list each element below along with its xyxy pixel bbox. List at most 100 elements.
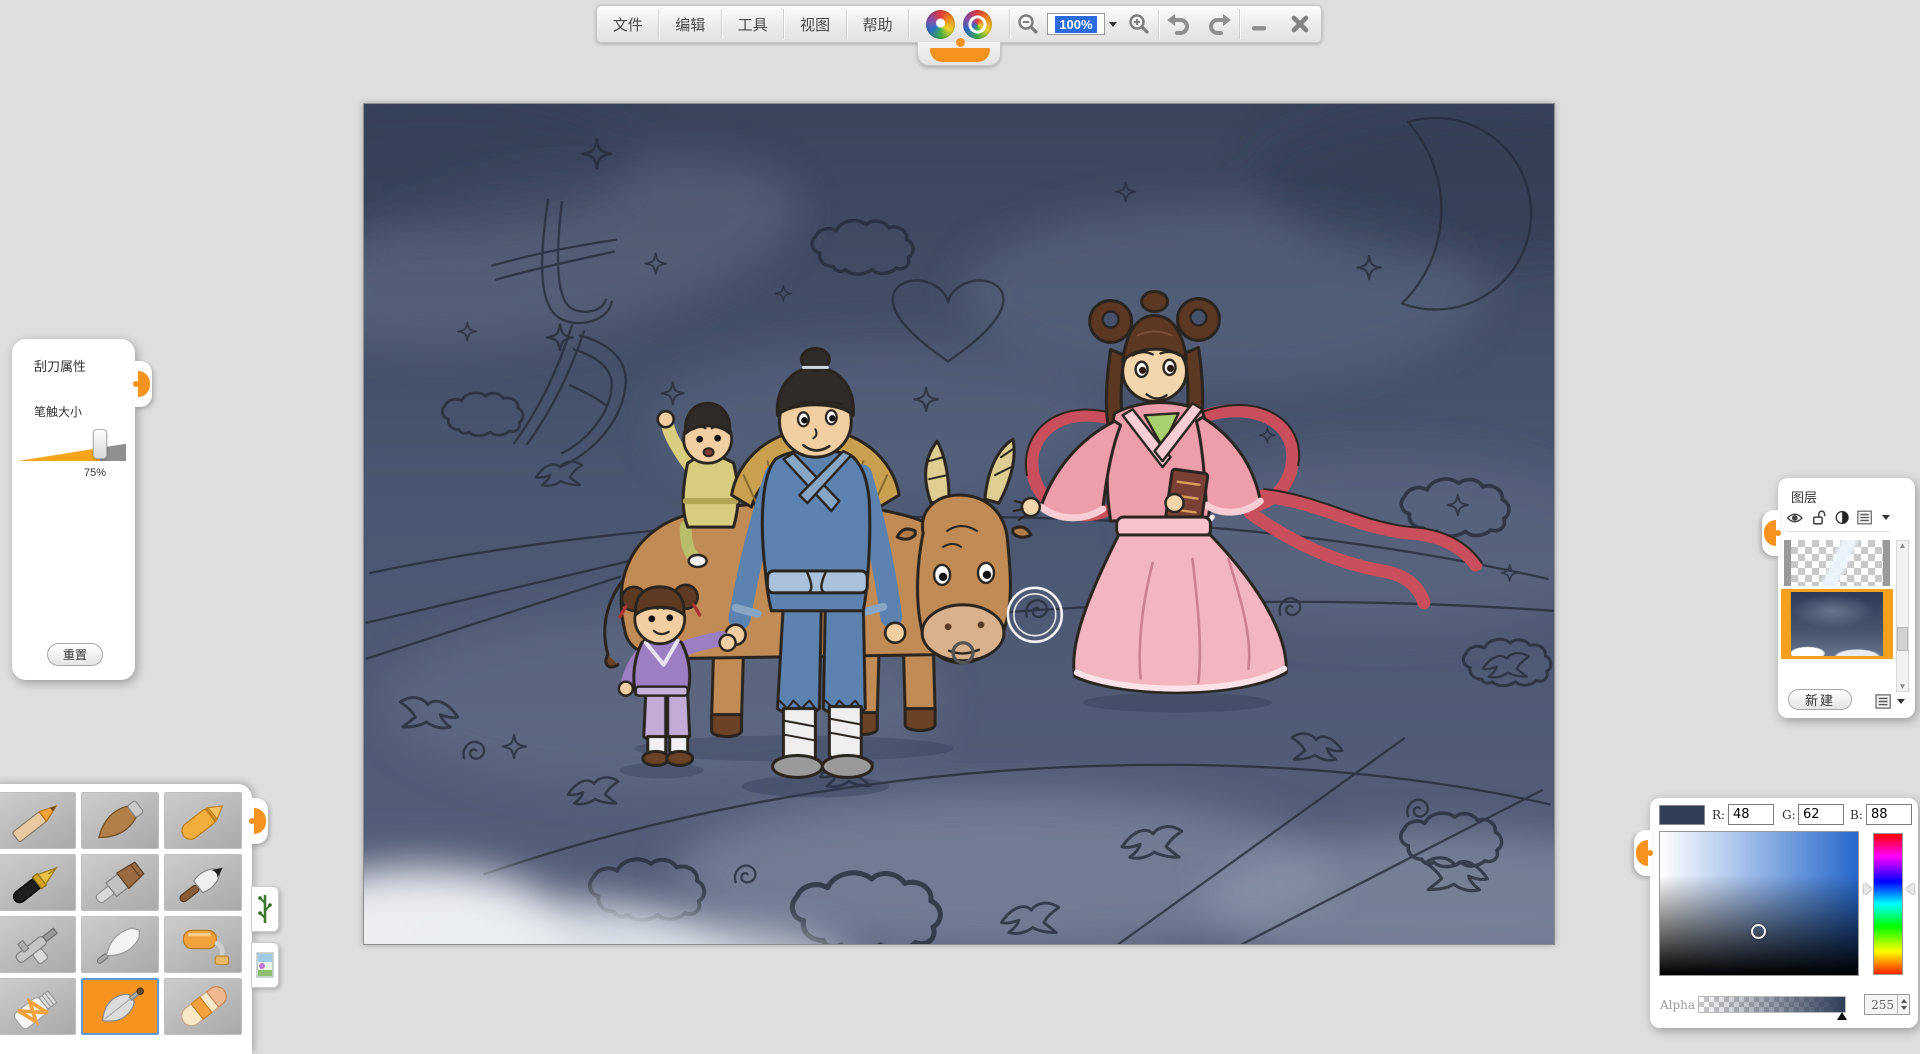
logo-eye-left-icon (926, 10, 955, 39)
tool-wood-pen[interactable] (81, 792, 159, 849)
fountain-pen-icon (6, 861, 68, 905)
scraper-properties-panel: 刮刀属性 笔触大小 75% 重置 (12, 339, 135, 680)
app-logo-face (909, 6, 1008, 42)
alpha-spinner[interactable]: 255 (1864, 994, 1910, 1015)
brush-size-handle[interactable] (93, 429, 107, 459)
green-label: G: (1782, 808, 1796, 822)
brush-size-wedge (18, 443, 126, 461)
flat-brush-icon (89, 861, 151, 905)
zoom-in-icon (1128, 13, 1150, 35)
layer-thumbnail-sky (1791, 592, 1883, 656)
menu-tools[interactable]: 工具 (722, 6, 783, 42)
pencil-icon (6, 799, 68, 843)
chevron-down-icon[interactable] (1897, 699, 1905, 704)
zoom-in-button[interactable] (1121, 6, 1159, 42)
reset-button[interactable]: 重置 (47, 643, 103, 666)
alpha-slider-handle[interactable] (1837, 1012, 1847, 1020)
tool-palette (0, 784, 252, 1054)
layer-thumbnail-lineart (1791, 540, 1883, 586)
sv-cursor[interactable] (1751, 924, 1766, 939)
minimize-icon (1248, 13, 1270, 35)
logo-smile-tab (917, 42, 1001, 66)
alpha-value: 255 (1865, 998, 1897, 1012)
logo-nose-icon (956, 38, 965, 47)
tool-crayon[interactable] (164, 792, 242, 849)
canvas-artwork (364, 104, 1554, 944)
new-layer-button[interactable]: 新建 (1788, 689, 1852, 710)
menu-edit[interactable]: 编辑 (659, 6, 720, 42)
brush-size-label: 笔触大小 (12, 375, 135, 420)
saturation-value-field[interactable] (1659, 831, 1859, 976)
tool-scraper[interactable] (81, 978, 159, 1035)
hue-arrow-right-icon (1906, 883, 1914, 895)
blue-input[interactable] (1866, 804, 1912, 825)
tool-flat-brush[interactable] (81, 854, 159, 911)
tab-stamp-tools[interactable] (251, 942, 279, 988)
tool-airbrush[interactable] (0, 916, 76, 973)
tool-ink-brush[interactable] (164, 854, 242, 911)
panel-collapse-handle[interactable] (134, 361, 152, 407)
layer-menu-icon[interactable] (1857, 509, 1874, 526)
spin-down-icon[interactable] (1901, 1006, 1907, 1010)
hue-arrow-left-icon (1864, 883, 1872, 895)
scroll-up-icon[interactable]: ▲ (1899, 541, 1907, 550)
layer-item-sky[interactable] (1784, 592, 1890, 656)
tool-palette-knife[interactable] (81, 916, 159, 973)
chevron-down-icon (1109, 22, 1117, 27)
green-input[interactable] (1798, 804, 1844, 825)
airbrush-icon (6, 923, 68, 967)
drawing-canvas[interactable]: 七 夕 (363, 103, 1555, 945)
menu-view[interactable]: 视图 (784, 6, 845, 42)
lock-icon[interactable] (1812, 509, 1827, 526)
layers-collapse-handle[interactable] (1762, 510, 1780, 556)
alpha-label: Alpha (1660, 998, 1695, 1012)
tool-fountain-pen[interactable] (0, 854, 76, 911)
blue-label: B: (1850, 808, 1863, 822)
alpha-slider[interactable] (1698, 996, 1846, 1013)
layers-panel-title: 图层 (1778, 478, 1915, 506)
brush-size-slider[interactable] (18, 435, 126, 465)
picker-collapse-handle[interactable] (1634, 830, 1652, 876)
zoom-out-button[interactable] (1010, 6, 1048, 42)
scroll-down-icon[interactable]: ▼ (1899, 682, 1907, 691)
redo-button[interactable] (1199, 6, 1239, 42)
undo-button[interactable] (1159, 6, 1199, 42)
tool-paint-tube[interactable] (0, 978, 76, 1035)
tool-eraser[interactable] (164, 978, 242, 1035)
tool-pencil[interactable] (0, 792, 76, 849)
brush-size-value: 75% (84, 467, 106, 479)
close-button[interactable] (1279, 6, 1321, 42)
stamp-picture-icon (256, 952, 274, 978)
scrollbar-thumb[interactable] (1897, 627, 1908, 651)
layers-panel: 图层 ▲ ▼ 新建 (1778, 478, 1915, 718)
undo-icon (1166, 12, 1192, 36)
current-color-swatch (1659, 805, 1705, 825)
close-icon (1289, 13, 1311, 35)
hue-slider[interactable] (1873, 833, 1903, 975)
bamboo-icon (257, 891, 273, 927)
layer-item-lineart[interactable] (1784, 540, 1890, 586)
red-label: R: (1712, 808, 1725, 822)
zoom-dropdown-button[interactable] (1105, 13, 1121, 35)
logo-smile-icon (930, 48, 990, 62)
palette-collapse-handle[interactable] (250, 798, 268, 844)
scraper-icon (89, 985, 151, 1029)
layers-scrollbar[interactable]: ▲ ▼ (1896, 540, 1909, 692)
menu-help[interactable]: 帮助 (847, 6, 908, 42)
eraser-icon (172, 985, 234, 1029)
tool-paint-roller[interactable] (164, 916, 242, 973)
tab-nature-tools[interactable] (251, 886, 279, 932)
spin-up-icon[interactable] (1901, 999, 1907, 1003)
minimize-button[interactable] (1240, 6, 1280, 42)
ink-brush-icon (172, 861, 234, 905)
zoom-level-field[interactable]: 100% (1047, 13, 1105, 35)
layer-options-icon[interactable] (1875, 694, 1893, 709)
zoom-level-value: 100% (1055, 16, 1096, 33)
scraper-panel-title: 刮刀属性 (12, 339, 135, 375)
chevron-down-icon[interactable] (1882, 515, 1890, 520)
menu-file[interactable]: 文件 (597, 6, 658, 42)
contrast-blend-icon[interactable] (1835, 509, 1849, 526)
red-input[interactable] (1728, 804, 1774, 825)
palette-knife-icon (89, 923, 151, 967)
visibility-eye-icon[interactable] (1786, 510, 1804, 526)
